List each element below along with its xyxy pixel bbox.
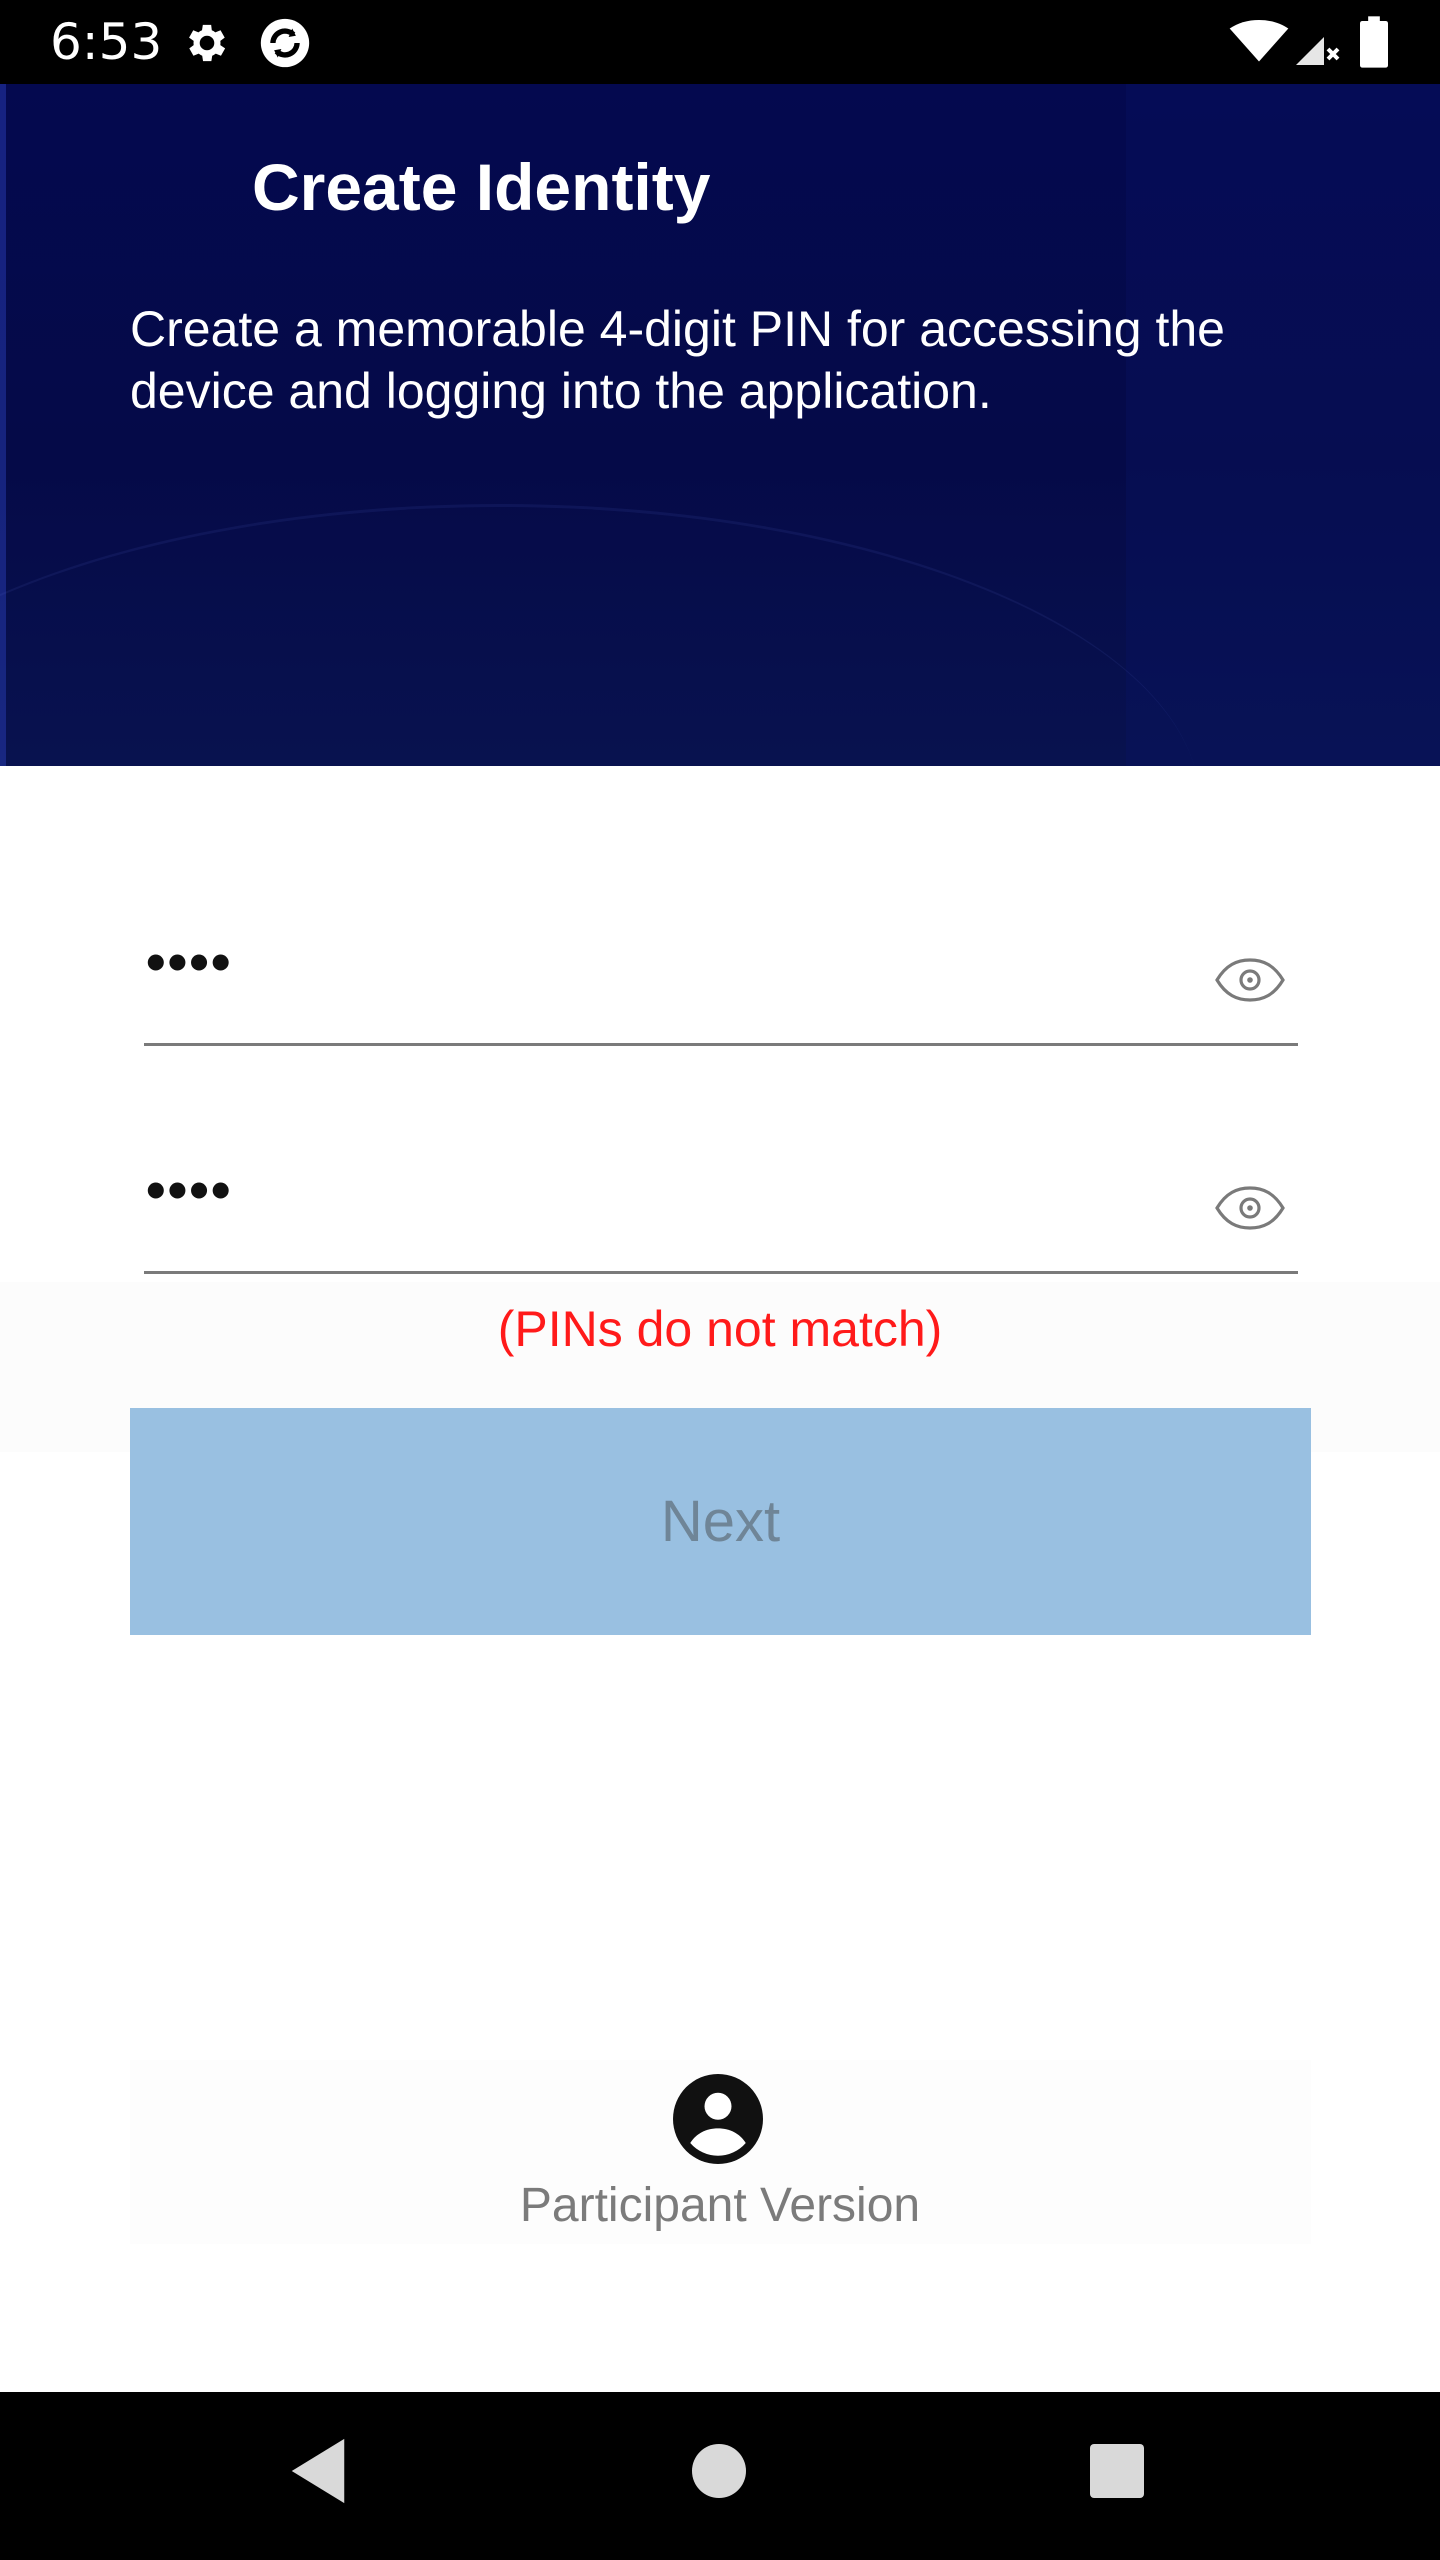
page-title: Create Identity (252, 150, 711, 224)
pin-input[interactable]: •••• (144, 926, 1298, 1046)
account-circle-icon (673, 2074, 763, 2164)
status-bar: 6:53 (0, 0, 1440, 84)
header-banner: Create Identity Create a memorable 4-dig… (0, 84, 1440, 766)
recents-icon[interactable] (1090, 2444, 1144, 2498)
pin-mismatch-error: (PINs do not match) (497, 1301, 943, 1357)
navigation-bar (0, 2392, 1440, 2560)
version-label: Participant Version (519, 2179, 921, 2232)
page-description: Create a memorable 4-digit PIN for acces… (130, 301, 1225, 419)
status-time: 6:53 (50, 13, 163, 71)
gear-icon (189, 24, 226, 62)
home-icon[interactable] (692, 2444, 746, 2498)
eye-icon[interactable] (1214, 956, 1286, 1004)
header-side-panel (1126, 84, 1440, 766)
cell-signal-icon (1296, 21, 1340, 65)
app-sync-icon (260, 18, 310, 68)
header-decoration (0, 504, 1200, 766)
eye-icon[interactable] (1214, 1184, 1286, 1232)
confirm-pin-input-value: •••• (146, 1158, 233, 1221)
confirm-pin-input[interactable]: •••• (144, 1154, 1298, 1274)
next-button[interactable]: Next (130, 1408, 1311, 1635)
wifi-icon (1229, 20, 1289, 62)
back-icon[interactable] (288, 2436, 348, 2506)
battery-icon (1360, 16, 1388, 68)
pin-input-value: •••• (146, 930, 233, 993)
